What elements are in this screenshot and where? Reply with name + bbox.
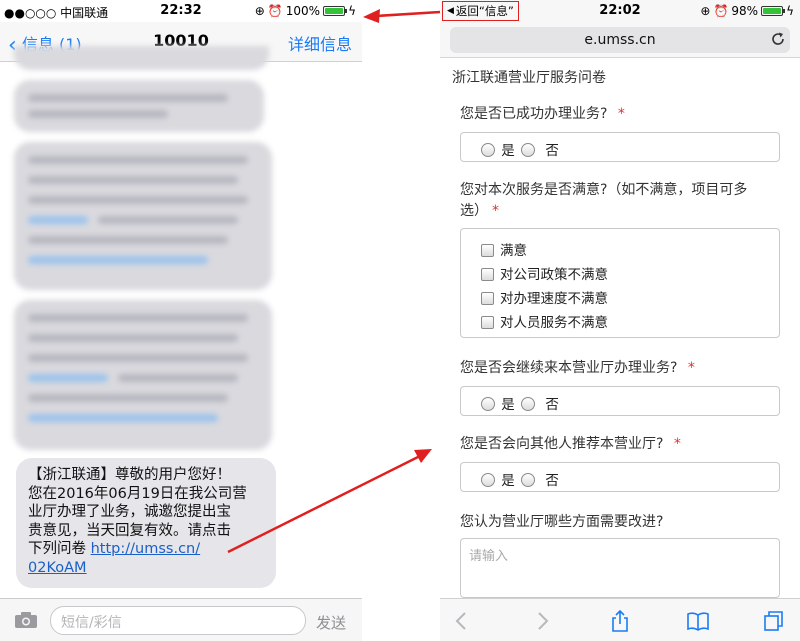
blurred-message <box>14 46 269 70</box>
required-mark: * <box>492 203 499 219</box>
checkbox-option[interactable]: 对人员服务不满意 <box>481 311 608 331</box>
message-line: 下列问卷 http://umss.cn/ <box>28 540 264 559</box>
compose-bar: 短信/彩信 发送 <box>0 598 362 641</box>
checkbox[interactable] <box>481 268 494 281</box>
charging-icon: ϟ <box>348 4 356 18</box>
browser-screen: ◀ 返回“信息” 22:02 ⊕ ⏰ 98% ϟ e.umss.cn 浙江联通营… <box>440 0 800 641</box>
rotation-lock-icon: ⊕ <box>700 4 711 18</box>
blurred-message <box>14 300 272 450</box>
battery-percent: 100% <box>285 4 321 18</box>
radio-yes-label: 是 <box>501 473 515 489</box>
message-input[interactable]: 短信/彩信 <box>50 606 306 635</box>
question-4: 您是否会向其他人推荐本营业厅? * <box>460 434 681 455</box>
required-mark: * <box>687 360 695 376</box>
survey-link[interactable]: http://umss.cn/ <box>91 541 201 557</box>
checkbox[interactable] <box>481 316 494 329</box>
bookmarks-icon[interactable] <box>686 609 710 633</box>
camera-icon[interactable] <box>14 611 38 629</box>
tabs-icon[interactable] <box>762 609 786 633</box>
alarm-icon: ⏰ <box>267 4 283 18</box>
radio-no[interactable] <box>521 143 536 157</box>
radio-yes-label: 是 <box>501 143 515 159</box>
checkbox-label: 满意 <box>500 243 527 259</box>
radio-no[interactable] <box>521 473 536 487</box>
radio-yes[interactable] <box>481 143 495 157</box>
message-line: 贵意见，当天回复有效。请点击 <box>28 522 231 539</box>
rotation-lock-icon: ⊕ <box>254 4 265 18</box>
forward-arrow-icon[interactable] <box>530 609 554 633</box>
alarm-icon: ⏰ <box>713 4 729 18</box>
radio-group: 是 否 <box>481 393 561 413</box>
checkbox[interactable] <box>481 244 494 257</box>
status-bar: ●●○○○ 中国联通 22:32 ⊕ ⏰ 100% ϟ <box>0 0 362 22</box>
back-arrow-icon[interactable] <box>450 609 474 633</box>
radio-yes-label: 是 <box>501 397 515 413</box>
blurred-message <box>14 80 264 132</box>
url-field[interactable]: e.umss.cn <box>450 27 790 53</box>
status-right: ⊕ ⏰ 100% ϟ <box>255 4 356 18</box>
question-1: 您是否已成功办理业务? * <box>460 104 625 125</box>
question-text: 您认为营业厅哪些方面需要改进? <box>460 514 664 530</box>
question-text: 您是否会向其他人推荐本营业厅? <box>460 436 664 452</box>
battery-icon <box>761 6 786 16</box>
question-text: 您是否已成功办理业务? <box>460 106 608 122</box>
status-bar: ◀ 返回“信息” 22:02 ⊕ ⏰ 98% ϟ <box>440 0 800 22</box>
checkbox-label: 对人员服务不满意 <box>500 315 608 331</box>
checkbox-option[interactable]: 对公司政策不满意 <box>481 263 608 283</box>
survey-link-continued[interactable]: 02KoAM <box>28 560 87 576</box>
share-icon[interactable] <box>608 609 632 633</box>
sms-message-bubble: 【浙江联通】尊敬的用户您好！ 您在2016年06月19日在我公司营 业厅办理了业… <box>16 458 276 588</box>
checkbox[interactable] <box>481 292 494 305</box>
message-text: 下列问卷 <box>28 541 91 557</box>
question-text-continued: 选） <box>460 203 488 219</box>
browser-toolbar <box>440 598 800 641</box>
required-mark: * <box>617 106 625 122</box>
radio-group: 是 否 <box>481 469 561 489</box>
question-text: 您对本次服务是否满意?（如不满意，项目可多 <box>460 182 748 198</box>
question-4-options: 是 否 <box>460 462 780 492</box>
question-2: 您对本次服务是否满意?（如不满意，项目可多 选） * <box>460 180 747 222</box>
messages-screen: ●●○○○ 中国联通 22:32 ⊕ ⏰ 100% ϟ ‹ 信息 (1) 100… <box>0 0 362 641</box>
checkbox-label: 对公司政策不满意 <box>500 267 608 283</box>
radio-no-label: 否 <box>545 473 559 489</box>
message-line: 02KoAM <box>28 559 264 578</box>
blurred-message <box>14 142 272 290</box>
radio-no-label: 否 <box>545 143 559 159</box>
radio-no[interactable] <box>521 397 536 411</box>
radio-yes[interactable] <box>481 397 495 411</box>
battery-percent: 98% <box>731 4 759 18</box>
question-1-options: 是 否 <box>460 132 780 162</box>
status-right: ⊕ ⏰ 98% ϟ <box>700 4 794 18</box>
message-line: 您在2016年06月19日在我公司营 <box>28 485 247 502</box>
question-5: 您认为营业厅哪些方面需要改进? <box>460 512 663 533</box>
checkbox-option[interactable]: 对办理速度不满意 <box>481 287 608 307</box>
question-2-options: 满意 对公司政策不满意 对办理速度不满意 对人员服务不满意 <box>460 228 780 338</box>
message-line: 【浙江联通】尊敬的用户您好！ <box>28 467 231 483</box>
reload-icon[interactable] <box>770 31 786 47</box>
send-button[interactable]: 发送 <box>316 612 346 633</box>
radio-no-label: 否 <box>545 397 559 413</box>
checkbox-label: 对办理速度不满意 <box>500 291 608 307</box>
battery-icon <box>323 6 348 16</box>
radio-yes[interactable] <box>481 473 495 487</box>
checkbox-option[interactable]: 满意 <box>481 239 527 259</box>
question-text: 您是否会继续来本营业厅办理业务? <box>460 360 678 376</box>
required-mark: * <box>673 436 681 452</box>
address-bar: e.umss.cn <box>440 22 800 58</box>
radio-group: 是 否 <box>481 139 561 159</box>
question-3-options: 是 否 <box>460 386 780 416</box>
improvement-textarea[interactable]: 请输入 <box>460 538 780 598</box>
charging-icon: ϟ <box>786 4 794 18</box>
message-line: 业厅办理了业务，诚邀您提出宝 <box>28 504 231 520</box>
details-button[interactable]: 详细信息 <box>288 31 352 55</box>
arrow-to-status-bar <box>363 9 441 23</box>
question-3: 您是否会继续来本营业厅办理业务? * <box>460 358 695 379</box>
survey-title: 浙江联通营业厅服务问卷 <box>452 70 606 86</box>
